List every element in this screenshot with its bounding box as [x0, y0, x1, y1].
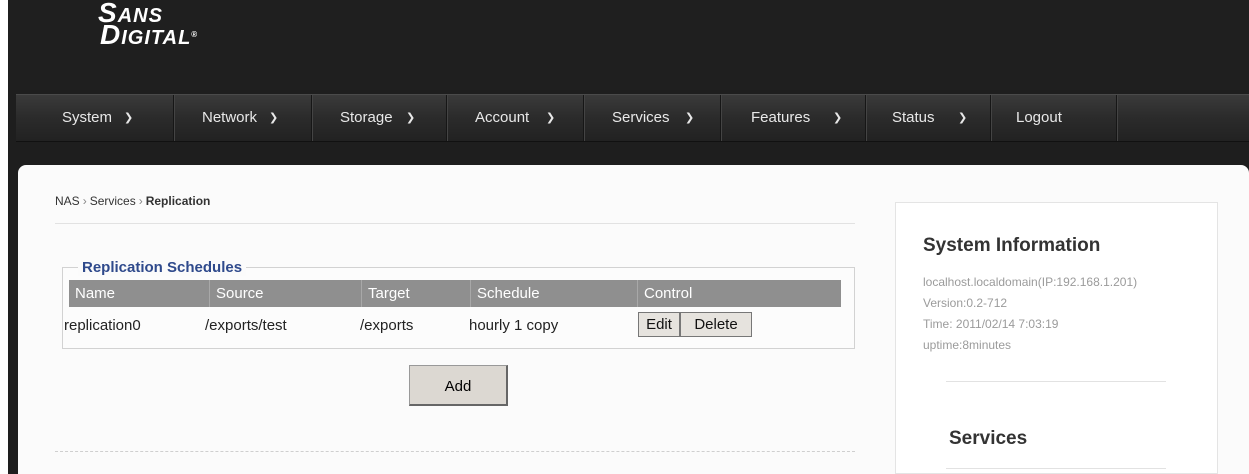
breadcrumb: NAS › Services › Replication [55, 194, 210, 208]
cell-schedule: hourly 1 copy [469, 317, 559, 334]
column-header-source: Source [209, 280, 361, 307]
nav-item-label: Services [612, 109, 670, 126]
nav-item-network[interactable]: Network ❯ [174, 95, 312, 141]
cell-source: /exports/test [205, 317, 287, 334]
main-content: NAS › Services › Replication Replication Sch… [18, 165, 1249, 474]
chevron-down-icon: ❯ [546, 112, 556, 124]
fieldset-legend: Replication Schedules [78, 259, 247, 276]
nav-item-features[interactable]: Features ❯ [721, 95, 866, 141]
chevron-down-icon: ❯ [958, 112, 968, 124]
chevron-down-icon: ❯ [833, 112, 843, 124]
cell-name: replication0 [64, 317, 141, 334]
sans-digital-logo: SANS DIGITAL® [98, 0, 199, 50]
breadcrumb-separator: › [138, 194, 143, 208]
nav-item-services[interactable]: Services ❯ [584, 95, 721, 141]
breadcrumb-root[interactable]: NAS [55, 194, 80, 208]
system-info-time: Time: 2011/02/14 7:03:19 [923, 317, 1059, 331]
system-info-title: System Information [923, 235, 1101, 256]
nav-item-label: Logout [1016, 109, 1062, 126]
chevron-down-icon: ❯ [685, 112, 695, 124]
logo-line1: ANS [117, 5, 163, 27]
logo-line2: IGITAL [121, 27, 192, 49]
nav-item-label: Network [202, 109, 258, 126]
chevron-down-icon: ❯ [406, 112, 416, 124]
nav-item-label: Account [475, 109, 530, 126]
column-header-schedule: Schedule [470, 280, 637, 307]
table-header: Name Source Target Schedule Control [69, 280, 841, 307]
nav-item-system[interactable]: System ❯ [16, 95, 174, 141]
app-frame: SANS DIGITAL® System ❯ Network ❯ Storage… [8, 0, 1249, 474]
nav-item-storage[interactable]: Storage ❯ [312, 95, 447, 141]
add-button[interactable]: Add [409, 365, 508, 406]
nav-item-label: System [62, 109, 113, 126]
breadcrumb-current: Replication [145, 194, 211, 208]
system-info-panel: System Information localhost.localdomain… [895, 202, 1218, 474]
column-header-target: Target [361, 280, 470, 307]
header: SANS DIGITAL® [8, 0, 1249, 90]
system-info-host: localhost.localdomain(IP:192.168.1.201) [923, 275, 1138, 289]
delete-button[interactable]: Delete [680, 312, 752, 337]
services-title: Services [949, 428, 1028, 449]
divider [55, 451, 855, 452]
nav-item-label: Features [751, 109, 811, 126]
nav-item-account[interactable]: Account ❯ [447, 95, 584, 141]
divider [946, 468, 1166, 469]
nav-item-label: Status [892, 109, 935, 126]
cell-target: /exports [360, 317, 414, 334]
breadcrumb-separator: › [82, 194, 87, 208]
divider [946, 381, 1166, 382]
column-header-name: Name [75, 285, 116, 302]
system-info-version: Version:0.2-712 [923, 296, 1008, 310]
chevron-down-icon: ❯ [269, 112, 279, 124]
system-info-uptime: uptime:8minutes [923, 338, 1012, 352]
chevron-down-icon: ❯ [124, 112, 134, 124]
edit-button[interactable]: Edit [638, 312, 680, 337]
nav-item-logout[interactable]: Logout [991, 95, 1117, 141]
logo-registered-mark: ® [191, 30, 199, 39]
main-nav: System ❯ Network ❯ Storage ❯ Account ❯ S… [16, 94, 1249, 142]
column-header-control: Control [637, 280, 841, 307]
nav-item-status[interactable]: Status ❯ [866, 95, 991, 141]
divider [55, 223, 855, 224]
nav-item-label: Storage [340, 109, 393, 126]
breadcrumb-section[interactable]: Services [90, 194, 136, 208]
